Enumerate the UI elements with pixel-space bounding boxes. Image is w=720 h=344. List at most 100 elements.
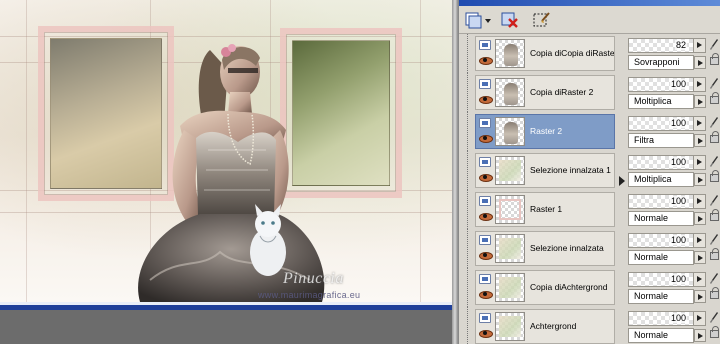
layer-row[interactable]: Raster 1 100 Normale [459,190,720,229]
layer-type-icon[interactable] [479,196,491,206]
opacity-spin-button[interactable] [693,117,705,130]
lock-transparency-icon[interactable] [710,170,719,182]
panel-collapse-arrow-icon[interactable] [619,176,625,186]
layer-button[interactable]: Selezione innalzata [475,231,615,266]
layer-locks [709,194,720,228]
edit-brush-icon[interactable] [709,116,719,130]
lock-transparency-icon[interactable] [710,92,719,104]
visibility-eye-icon[interactable] [479,95,493,104]
layer-row[interactable]: Copia diCopia diRaster 82 Sovrapponi [459,34,720,73]
layer-button[interactable]: Raster 2 [475,114,615,149]
opacity-slider[interactable]: 82 [628,38,706,53]
blend-mode-arrow-icon[interactable] [694,56,706,69]
edit-selection-button[interactable] [531,10,553,30]
new-raster-layer-button[interactable] [463,10,493,30]
layer-thumbnail-frame [499,199,521,220]
edit-brush-icon[interactable] [709,194,719,208]
layer-row[interactable]: Selezione innalzata 100 Normale [459,229,720,268]
layer-row[interactable]: Copia diRaster 2 100 Moltiplica [459,73,720,112]
layer-name: Selezione innalzata 1 [530,165,611,175]
visibility-eye-icon[interactable] [479,212,493,221]
blend-mode-arrow-icon[interactable] [694,173,706,186]
opacity-slider[interactable]: 100 [628,272,706,287]
edit-brush-icon[interactable] [709,77,719,91]
lock-transparency-icon[interactable] [710,131,719,143]
edit-brush-icon[interactable] [709,311,719,325]
layer-thumbnail [495,156,525,185]
blend-mode-select[interactable]: Sovrapponi [628,55,706,70]
layer-type-icon[interactable] [479,118,491,128]
layer-type-icon[interactable] [479,313,491,323]
layer-row[interactable]: Copia diAchtergrond 100 Normale [459,268,720,307]
layer-properties: 100 Normale [628,233,708,267]
layer-tree-line [467,268,475,307]
layer-locks [709,311,720,344]
layer-properties: 100 Moltiplica [628,77,708,111]
image-canvas-area[interactable]: Pinuccia www.maurimagrafica.eu [0,0,452,344]
lock-transparency-icon[interactable] [710,209,719,221]
edit-brush-icon[interactable] [709,38,719,52]
blend-mode-select[interactable]: Moltiplica [628,172,706,187]
opacity-spin-button[interactable] [693,312,705,325]
layer-button[interactable]: Selezione innalzata 1 [475,153,615,188]
visibility-eye-icon[interactable] [479,134,493,143]
layer-locks [709,38,720,72]
opacity-slider[interactable]: 100 [628,194,706,209]
opacity-slider[interactable]: 100 [628,311,706,326]
layer-row[interactable]: Selezione innalzata 1 100 Moltiplica [459,151,720,190]
layer-row[interactable]: Achtergrond 100 Normale [459,307,720,344]
lock-transparency-icon[interactable] [710,248,719,260]
opacity-slider[interactable]: 100 [628,116,706,131]
edit-brush-icon[interactable] [709,233,719,247]
visibility-eye-icon[interactable] [479,173,493,182]
opacity-value: 100 [669,79,687,89]
layer-button[interactable]: Copia diRaster 2 [475,75,615,110]
blend-mode-arrow-icon[interactable] [694,212,706,225]
image-canvas[interactable]: Pinuccia www.maurimagrafica.eu [0,0,452,302]
layer-name: Raster 1 [530,204,563,214]
layer-button[interactable]: Raster 1 [475,192,615,227]
layer-type-icon[interactable] [479,79,491,89]
layer-button[interactable]: Achtergrond [475,309,615,344]
layer-type-icon[interactable] [479,157,491,167]
opacity-spin-button[interactable] [693,39,705,52]
layer-type-icon[interactable] [479,235,491,245]
visibility-eye-icon[interactable] [479,329,493,338]
blend-mode-arrow-icon[interactable] [694,290,706,303]
lock-transparency-icon[interactable] [710,287,719,299]
visibility-eye-icon[interactable] [479,251,493,260]
lock-transparency-icon[interactable] [710,326,719,338]
blend-mode-select[interactable]: Normale [628,211,706,226]
blend-mode-arrow-icon[interactable] [694,134,706,147]
layer-type-icon[interactable] [479,40,491,50]
layer-type-icon[interactable] [479,274,491,284]
blend-mode-select[interactable]: Normale [628,250,706,265]
blend-mode-select[interactable]: Filtra [628,133,706,148]
edit-brush-icon[interactable] [709,272,719,286]
layer-properties: 100 Normale [628,194,708,228]
opacity-spin-button[interactable] [693,78,705,91]
layer-row[interactable]: Raster 2 100 Filtra [459,112,720,151]
visibility-eye-icon[interactable] [479,290,493,299]
opacity-slider[interactable]: 100 [628,155,706,170]
edit-brush-icon[interactable] [709,155,719,169]
blend-mode-arrow-icon[interactable] [694,329,706,342]
blend-mode-arrow-icon[interactable] [694,95,706,108]
opacity-slider[interactable]: 100 [628,77,706,92]
lock-transparency-icon[interactable] [710,53,719,65]
visibility-eye-icon[interactable] [479,56,493,65]
delete-layer-button[interactable] [499,10,521,30]
layer-button[interactable]: Copia diCopia diRaster [475,36,615,71]
opacity-spin-button[interactable] [693,195,705,208]
opacity-spin-button[interactable] [693,234,705,247]
opacity-spin-button[interactable] [693,156,705,169]
opacity-slider[interactable]: 100 [628,233,706,248]
blend-mode-arrow-icon[interactable] [694,251,706,264]
edit-selection-icon [533,12,550,27]
blend-mode-select[interactable]: Normale [628,289,706,304]
opacity-spin-button[interactable] [693,273,705,286]
opacity-value: 100 [669,118,687,128]
blend-mode-select[interactable]: Moltiplica [628,94,706,109]
blend-mode-select[interactable]: Normale [628,328,706,343]
layer-button[interactable]: Copia diAchtergrond [475,270,615,305]
